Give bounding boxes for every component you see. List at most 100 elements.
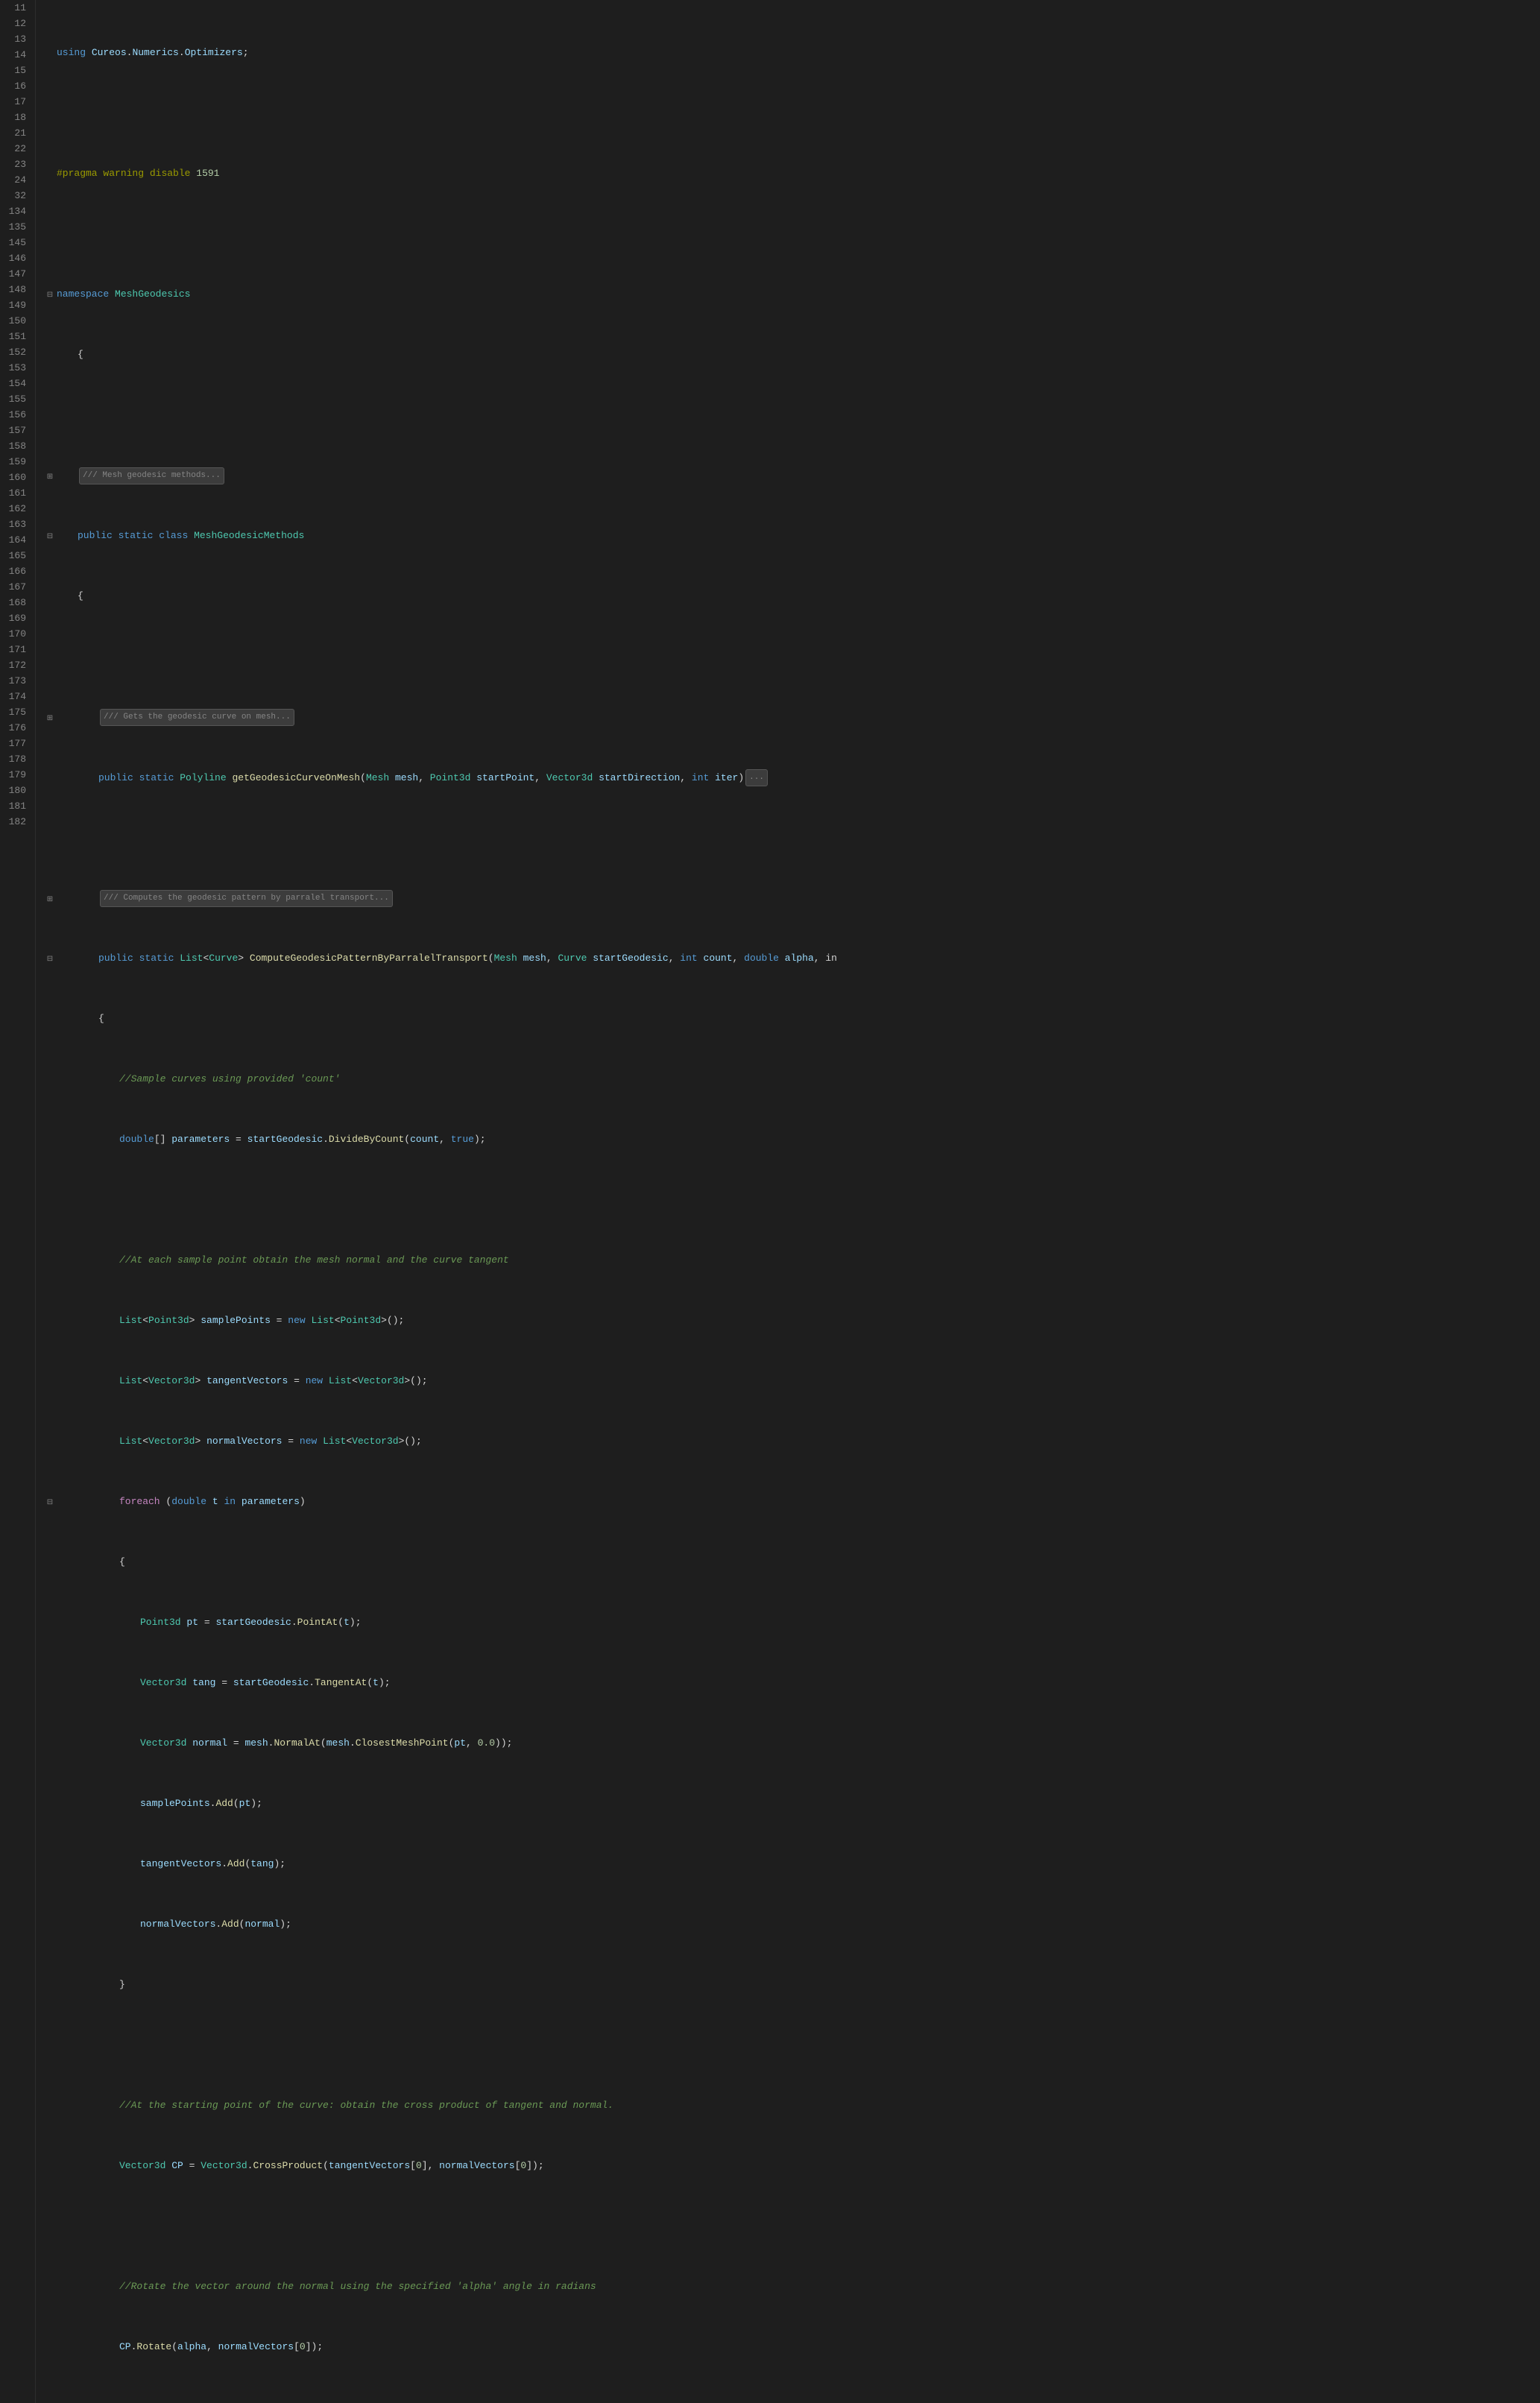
ln-11: 11 [6,0,26,16]
ln-155: 155 [6,391,26,407]
code-line-150: //At each sample point obtain the mesh n… [45,1252,1540,1268]
code-line-155: { [45,1554,1540,1570]
code-line-134 [45,830,1540,845]
collapsed-hint-135[interactable]: /// Computes the geodesic pattern by par… [100,890,393,907]
ln-158: 158 [6,438,26,454]
code-line-147: //Sample curves using provided 'count' [45,1071,1540,1087]
code-line-159: samplePoints.Add(pt); [45,1796,1540,1811]
code-line-154: ⊟foreach (double t in parameters) [45,1494,1540,1509]
code-line-149 [45,1192,1540,1207]
code-line-168: CP.Rotate(alpha, normalVectors[0]); [45,2339,1540,2355]
ln-154: 154 [6,376,26,391]
fold-icon-135[interactable]: ⊞ [45,895,55,906]
code-line-14 [45,226,1540,241]
ln-13: 13 [6,31,26,47]
ln-134: 134 [6,203,26,219]
ln-165: 165 [6,548,26,563]
ln-147: 147 [6,266,26,282]
ln-181: 181 [6,798,26,814]
ln-172: 172 [6,657,26,673]
ln-176: 176 [6,720,26,736]
fold-icon-15[interactable]: ⊟ [45,291,55,301]
ln-164: 164 [6,532,26,548]
code-line-151: List<Point3d> samplePoints = new List<Po… [45,1313,1540,1328]
ln-135: 135 [6,219,26,235]
code-line-146: { [45,1011,1540,1026]
ln-150: 150 [6,313,26,329]
ln-169: 169 [6,610,26,626]
code-line-158: Vector3d normal = mesh.NormalAt(mesh.Clo… [45,1735,1540,1751]
code-line-163 [45,2037,1540,2053]
fold-icon-24[interactable]: ⊞ [45,714,55,724]
ln-177: 177 [6,736,26,751]
line-number-gutter: 11 12 13 14 15 16 17 18 21 22 23 24 32 1… [0,0,36,2403]
ln-149: 149 [6,297,26,313]
code-editor: 11 12 13 14 15 16 17 18 21 22 23 24 32 1… [0,0,1540,2403]
code-line-165: Vector3d CP = Vector3d.CrossProduct(tang… [45,2158,1540,2173]
code-line-152: List<Vector3d> tangentVectors = new List… [45,1373,1540,1389]
code-line-15: ⊟namespace MeshGeodesics [45,286,1540,302]
ln-179: 179 [6,767,26,783]
code-line-135: ⊞ /// Computes the geodesic pattern by pa… [45,890,1540,906]
ln-178: 178 [6,751,26,767]
ln-168: 168 [6,595,26,610]
ln-175: 175 [6,704,26,720]
ln-173: 173 [6,673,26,689]
fold-icon-21[interactable]: ⊟ [45,532,55,543]
ln-22: 22 [6,141,26,157]
code-line-12 [45,105,1540,121]
collapsed-hint-18[interactable]: /// Mesh geodesic methods... [79,467,224,484]
code-line-166 [45,2218,1540,2234]
ln-152: 152 [6,344,26,360]
fold-icon-145[interactable]: ⊟ [45,955,55,965]
ln-23: 23 [6,157,26,172]
ln-160: 160 [6,470,26,485]
code-line-16: { [45,347,1540,362]
ln-161: 161 [6,485,26,501]
code-line-157: Vector3d tang = startGeodesic.TangentAt(… [45,1675,1540,1690]
ln-166: 166 [6,563,26,579]
collapsed-hint-32[interactable]: ... [745,769,768,786]
ln-163: 163 [6,517,26,532]
code-line-24: ⊞ /// Gets the geodesic curve on mesh... [45,709,1540,724]
code-line-22: { [45,588,1540,604]
code-line-23 [45,648,1540,664]
code-content: using Cureos.Numerics.Optimizers; #pragm… [36,0,1540,2403]
code-line-21: ⊟public static class MeshGeodesicMethods [45,528,1540,543]
ln-174: 174 [6,689,26,704]
ln-170: 170 [6,626,26,642]
ln-18: 18 [6,110,26,125]
code-line-162: } [45,1977,1540,1992]
code-line-18: ⊞ /// Mesh geodesic methods... [45,467,1540,483]
ln-24: 24 [6,172,26,188]
ln-153: 153 [6,360,26,376]
code-line-164: //At the starting point of the curve: ob… [45,2097,1540,2113]
fold-icon-154[interactable]: ⊟ [45,1498,55,1509]
fold-icon-18[interactable]: ⊞ [45,473,55,483]
ln-182: 182 [6,814,26,830]
collapsed-hint-24[interactable]: /// Gets the geodesic curve on mesh... [100,709,294,726]
ln-21: 21 [6,125,26,141]
ln-146: 146 [6,250,26,266]
ln-180: 180 [6,783,26,798]
ln-16: 16 [6,78,26,94]
code-line-169 [45,2399,1540,2403]
code-line-11: using Cureos.Numerics.Optimizers; [45,45,1540,60]
ln-159: 159 [6,454,26,470]
ln-157: 157 [6,423,26,438]
code-line-153: List<Vector3d> normalVectors = new List<… [45,1433,1540,1449]
ln-17: 17 [6,94,26,110]
code-line-17 [45,407,1540,423]
ln-171: 171 [6,642,26,657]
code-line-145: ⊟public static List<Curve> ComputeGeodes… [45,950,1540,966]
ln-145: 145 [6,235,26,250]
ln-148: 148 [6,282,26,297]
ln-162: 162 [6,501,26,517]
code-line-32: public static Polyline getGeodesicCurveO… [45,769,1540,785]
ln-32: 32 [6,188,26,203]
code-line-13: #pragma warning disable 1591 [45,165,1540,181]
code-line-160: tangentVectors.Add(tang); [45,1856,1540,1872]
ln-156: 156 [6,407,26,423]
code-line-148: double[] parameters = startGeodesic.Divi… [45,1131,1540,1147]
ln-151: 151 [6,329,26,344]
